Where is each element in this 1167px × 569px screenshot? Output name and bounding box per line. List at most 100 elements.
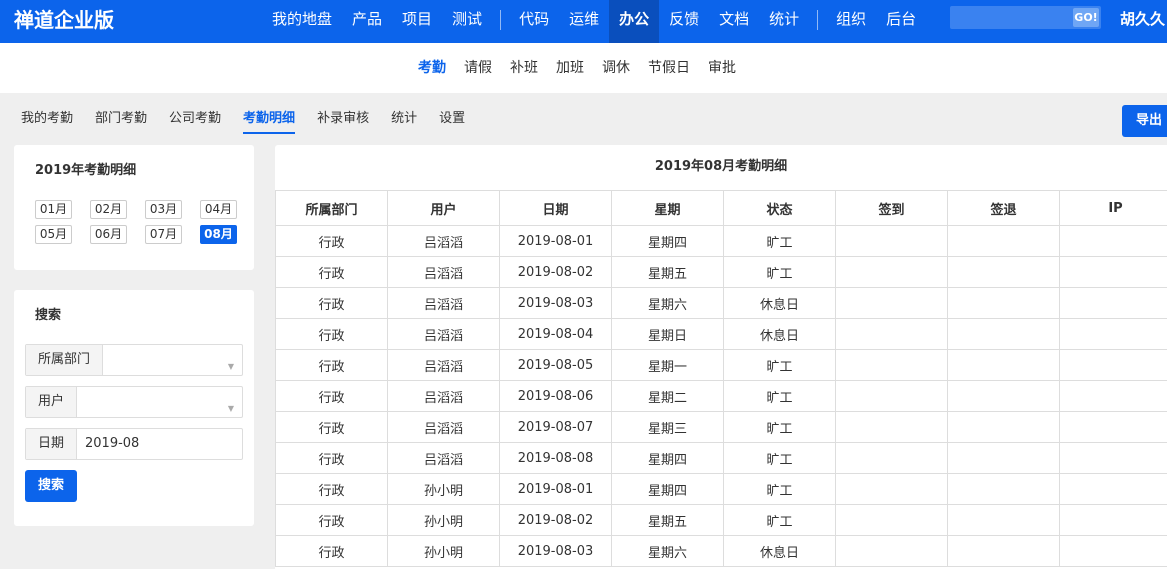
search-button[interactable]: 搜索 bbox=[25, 470, 77, 502]
table-cell bbox=[947, 411, 1060, 443]
table-cell: 星期四 bbox=[611, 442, 724, 474]
table-cell: 行政 bbox=[275, 442, 388, 474]
table-cell: 行政 bbox=[275, 349, 388, 381]
tab-item[interactable]: 公司考勤 bbox=[158, 104, 232, 134]
table-cell: 星期五 bbox=[611, 504, 724, 536]
nav-divider bbox=[817, 10, 819, 30]
column-header: IP bbox=[1059, 190, 1167, 226]
table-cell: 旷工 bbox=[723, 504, 836, 536]
table-cell bbox=[1059, 442, 1167, 474]
subnav-item[interactable]: 节假日 bbox=[639, 43, 699, 93]
month-button[interactable]: 04月 bbox=[200, 200, 237, 219]
year-panel-title: 2019年考勤明细 bbox=[35, 163, 137, 178]
table-cell bbox=[947, 256, 1060, 288]
brand-logo[interactable]: 禅道企业版 bbox=[14, 0, 114, 43]
search-panel: 搜索 所属部门 ▼ 用户 ▼ 日期 2019-08 搜索 bbox=[14, 290, 254, 526]
subnav-item[interactable]: 考勤 bbox=[409, 43, 455, 93]
tab-item[interactable]: 部门考勤 bbox=[84, 104, 158, 134]
table-cell bbox=[835, 535, 948, 567]
table-cell: 行政 bbox=[275, 256, 388, 288]
nav-item[interactable]: 反馈 bbox=[659, 0, 709, 43]
nav-item[interactable]: 产品 bbox=[342, 0, 392, 43]
tab-item[interactable]: 考勤明细 bbox=[232, 104, 306, 134]
export-button[interactable]: 导出 bbox=[1122, 105, 1167, 137]
table-cell: 吕滔滔 bbox=[387, 349, 500, 381]
nav-item[interactable]: 统计 bbox=[759, 0, 809, 43]
dept-select[interactable]: ▼ bbox=[103, 345, 242, 375]
column-header: 状态 bbox=[723, 190, 836, 226]
table-cell bbox=[1059, 256, 1167, 288]
table-cell bbox=[1059, 473, 1167, 505]
table-cell: 吕滔滔 bbox=[387, 225, 500, 257]
table-cell: 行政 bbox=[275, 318, 388, 350]
tab-item[interactable]: 统计 bbox=[380, 104, 428, 134]
tab-item[interactable]: 我的考勤 bbox=[10, 104, 84, 134]
month-button[interactable]: 08月 bbox=[200, 225, 237, 244]
sub-nav-items: 考勤 请假 补班 加班 调休 节假日 审批 bbox=[409, 43, 745, 93]
table-cell: 2019-08-03 bbox=[499, 287, 612, 319]
table-body: 行政 吕滔滔 2019-08-01 星期四 旷工 行政 吕滔滔 2019-08-02 星期五 旷工… bbox=[275, 225, 1167, 567]
table-header-row: 所属部门 用户 日期 星期 状态 签到 签退 IP bbox=[275, 190, 1167, 226]
table-cell bbox=[835, 504, 948, 536]
subnav-item[interactable]: 请假 bbox=[455, 43, 501, 93]
nav-item[interactable]: 后台 bbox=[876, 0, 926, 43]
table-row: 行政 孙小明 2019-08-03 星期六 休息日 bbox=[275, 535, 1167, 567]
user-label: 用户 bbox=[26, 387, 78, 417]
nav-item[interactable]: 组织 bbox=[826, 0, 876, 43]
table-cell: 星期四 bbox=[611, 473, 724, 505]
nav-item[interactable]: 我的地盘 bbox=[262, 0, 342, 43]
date-input[interactable]: 2019-08 bbox=[77, 429, 242, 459]
table-cell: 旷工 bbox=[723, 349, 836, 381]
table-cell: 旷工 bbox=[723, 473, 836, 505]
table-cell: 旷工 bbox=[723, 411, 836, 443]
date-field[interactable]: 日期 2019-08 bbox=[25, 428, 243, 460]
table-cell: 行政 bbox=[275, 287, 388, 319]
table-cell: 2019-08-07 bbox=[499, 411, 612, 443]
table-cell: 休息日 bbox=[723, 535, 836, 567]
table-cell: 星期三 bbox=[611, 411, 724, 443]
table-cell: 星期四 bbox=[611, 225, 724, 257]
month-button[interactable]: 05月 bbox=[35, 225, 72, 244]
table-cell bbox=[835, 287, 948, 319]
subnav-item[interactable]: 审批 bbox=[699, 43, 745, 93]
nav-item[interactable]: 运维 bbox=[559, 0, 609, 43]
table-cell: 旷工 bbox=[723, 442, 836, 474]
user-select[interactable]: ▼ bbox=[77, 387, 242, 417]
table-row: 行政 吕滔滔 2019-08-06 星期二 旷工 bbox=[275, 380, 1167, 412]
table-cell bbox=[835, 380, 948, 412]
table-cell bbox=[835, 349, 948, 381]
month-button[interactable]: 03月 bbox=[145, 200, 182, 219]
search-input[interactable] bbox=[950, 6, 1072, 29]
nav-item[interactable]: 测试 bbox=[442, 0, 492, 43]
go-button[interactable]: GO! bbox=[1073, 8, 1099, 27]
table-cell: 2019-08-02 bbox=[499, 504, 612, 536]
nav-item[interactable]: 文档 bbox=[709, 0, 759, 43]
nav-item[interactable]: 代码 bbox=[509, 0, 559, 43]
subnav-item[interactable]: 调休 bbox=[593, 43, 639, 93]
table-cell bbox=[1059, 504, 1167, 536]
month-button[interactable]: 01月 bbox=[35, 200, 72, 219]
chevron-down-icon: ▼ bbox=[227, 362, 234, 371]
month-button[interactable]: 02月 bbox=[90, 200, 127, 219]
table-cell: 星期六 bbox=[611, 535, 724, 567]
table-cell: 吕滔滔 bbox=[387, 380, 500, 412]
nav-item[interactable]: 项目 bbox=[392, 0, 442, 43]
attendance-table: 所属部门 用户 日期 星期 状态 签到 签退 IP 行政 吕滔滔 2019-08-01 星期四 旷工行… bbox=[275, 190, 1167, 567]
user-menu[interactable]: 胡久久 bbox=[1120, 0, 1165, 43]
table-cell bbox=[1059, 225, 1167, 257]
tab-item[interactable]: 补录审核 bbox=[306, 104, 380, 134]
user-field[interactable]: 用户 ▼ bbox=[25, 386, 243, 418]
subnav-item[interactable]: 加班 bbox=[547, 43, 593, 93]
month-button[interactable]: 07月 bbox=[145, 225, 182, 244]
top-header: 禅道企业版 我的地盘 产品 项目 测试 代码 运维 办公 反馈 文档 统计 组织 后台 GO! 胡久久 bbox=[0, 0, 1167, 43]
dept-field[interactable]: 所属部门 ▼ bbox=[25, 344, 243, 376]
table-cell bbox=[835, 256, 948, 288]
table-cell: 孙小明 bbox=[387, 535, 500, 567]
table-cell: 旷工 bbox=[723, 256, 836, 288]
tab-item[interactable]: 设置 bbox=[428, 104, 476, 134]
nav-item[interactable]: 办公 bbox=[609, 0, 660, 43]
subnav-item[interactable]: 补班 bbox=[501, 43, 547, 93]
month-button[interactable]: 06月 bbox=[90, 225, 127, 244]
table-row: 行政 吕滔滔 2019-08-03 星期六 休息日 bbox=[275, 287, 1167, 319]
dept-label: 所属部门 bbox=[26, 345, 104, 375]
